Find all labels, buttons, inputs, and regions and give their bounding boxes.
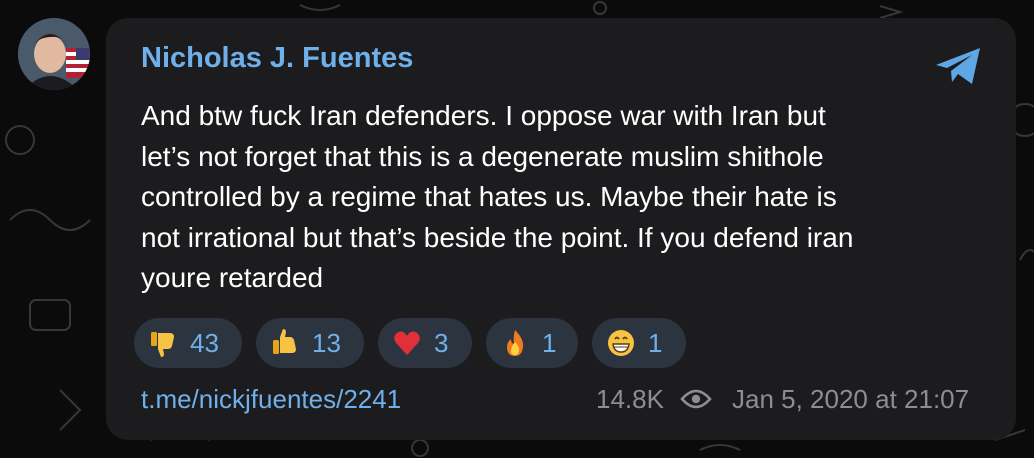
message-line: let’s not forget that this is a degenera… <box>141 140 824 172</box>
reaction-count: 1 <box>542 327 557 358</box>
grinning-face-icon <box>608 330 634 356</box>
message-line: youre retarded <box>141 262 324 293</box>
reaction-count: 13 <box>312 327 341 358</box>
thumbs-up-icon <box>273 329 296 354</box>
reaction-count: 1 <box>648 327 663 358</box>
message-text: And btw fuck Iran defenders. I oppose wa… <box>141 96 971 299</box>
reaction-thumbs-down[interactable]: 43 <box>134 318 242 368</box>
red-heart-icon <box>394 331 420 355</box>
message-bubble: Nicholas J. Fuentes And btw fuck Iran de… <box>106 18 1016 440</box>
message-line: controlled by a regime that hates us. Ma… <box>141 181 837 212</box>
telegram-icon <box>936 48 980 84</box>
author-avatar[interactable] <box>18 18 90 90</box>
reaction-grin[interactable]: 1 <box>592 318 686 368</box>
reaction-heart[interactable]: 3 <box>378 318 472 368</box>
message-line: not irrational but that’s beside the poi… <box>141 221 854 253</box>
reaction-count: 43 <box>190 327 219 358</box>
message-line: And btw fuck Iran defenders. I oppose wa… <box>141 100 826 131</box>
reaction-thumbs-up[interactable]: 13 <box>256 318 364 368</box>
author-name[interactable]: Nicholas J. Fuentes <box>141 42 413 75</box>
view-count: 14.8K <box>596 384 664 414</box>
reaction-count: 3 <box>434 327 449 358</box>
reaction-fire[interactable]: 1 <box>486 318 578 368</box>
fire-icon <box>507 330 524 356</box>
post-date: Jan 5, 2020 at 21:07 <box>732 384 970 414</box>
eye-icon <box>680 389 712 409</box>
avatar-image <box>18 18 90 90</box>
thumbs-down-icon <box>151 332 174 357</box>
post-link[interactable]: t.me/nickjfuentes/2241 <box>141 384 401 415</box>
